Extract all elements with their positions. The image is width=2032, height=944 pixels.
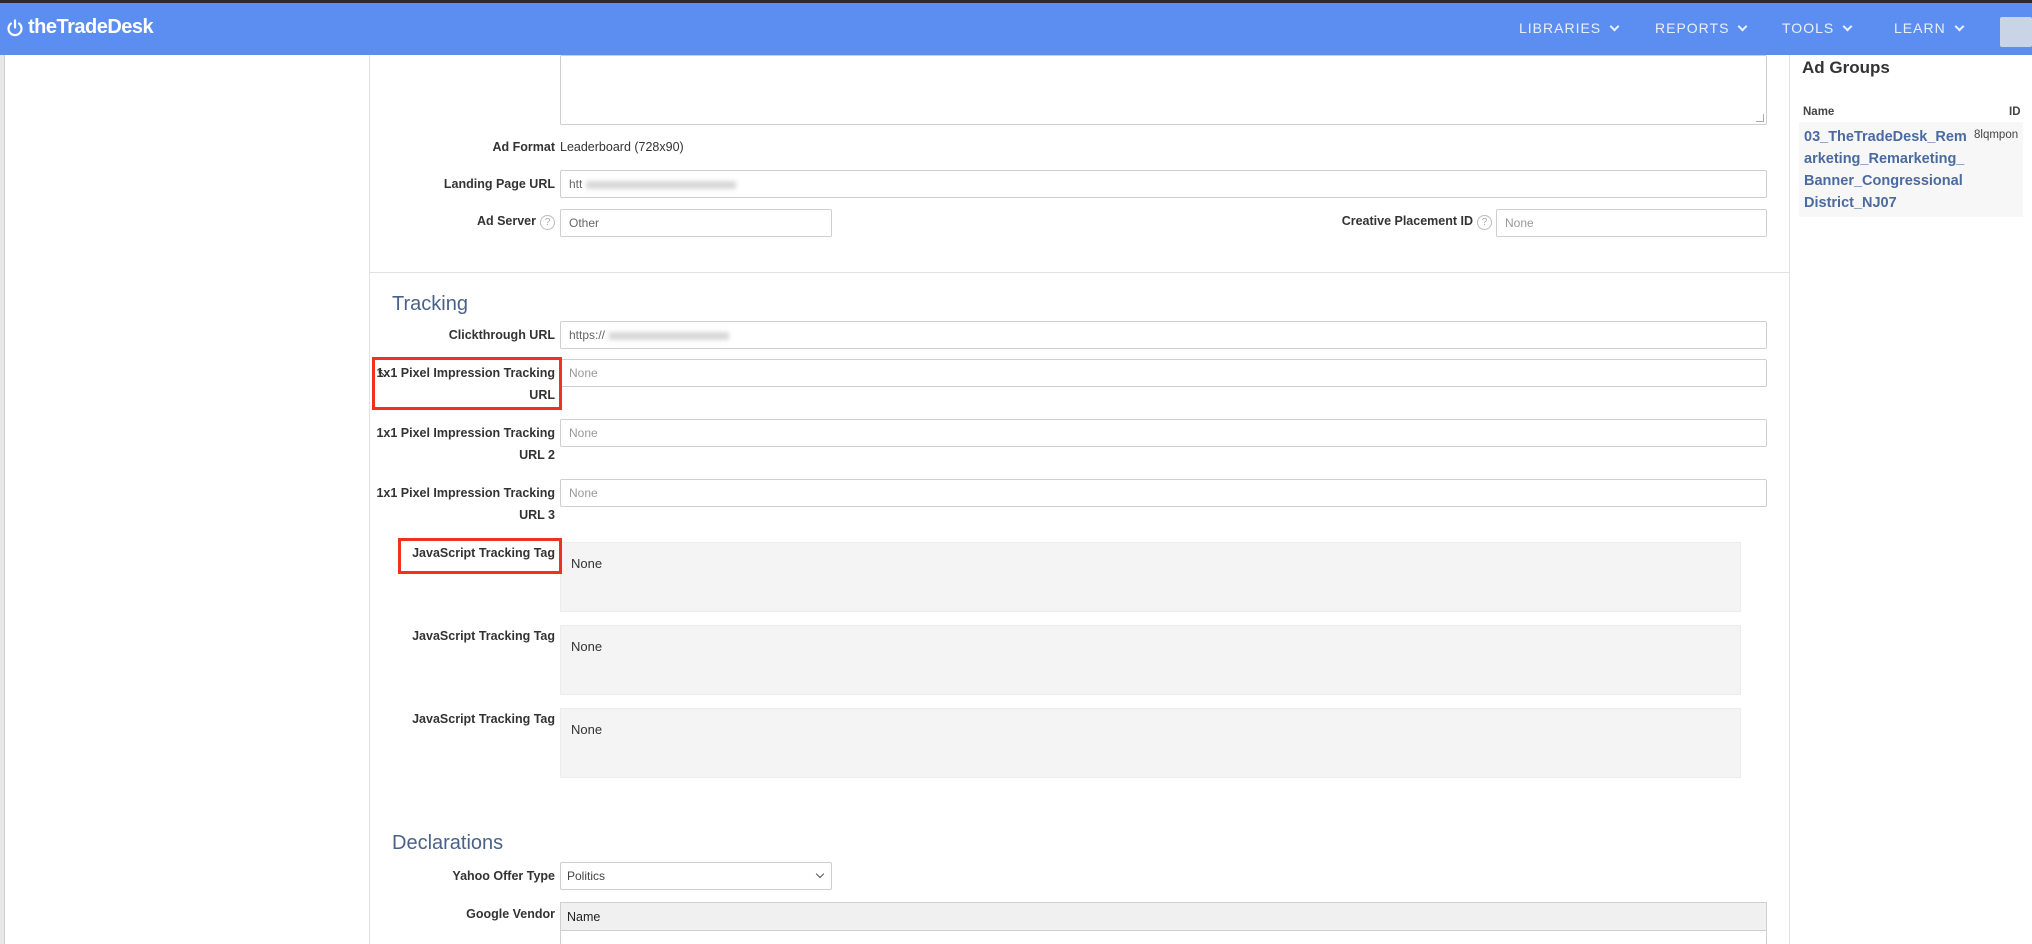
pixel-url-2-label-line2: URL 2: [519, 448, 555, 462]
highlight-box-pixel-url: [372, 357, 562, 410]
yahoo-offer-type-value: Politics: [567, 869, 606, 883]
description-textarea[interactable]: [560, 55, 1767, 125]
nav-learn-label: LEARN: [1894, 20, 1946, 36]
yahoo-offer-type-select[interactable]: Politics: [560, 862, 832, 890]
section-divider: [370, 272, 1789, 273]
vendor-table-header[interactable]: Name: [561, 903, 1766, 931]
chevron-down-icon: [815, 869, 825, 879]
resize-grip-icon[interactable]: [1756, 114, 1764, 122]
nav-reports[interactable]: REPORTS: [1655, 20, 1748, 36]
chevron-down-icon: [1954, 21, 1965, 31]
ad-group-id: 8lqmpon: [1974, 129, 2019, 141]
js-tracking-tag-3-label: JavaScript Tracking Tag: [412, 712, 555, 726]
nav-reports-label: REPORTS: [1655, 20, 1730, 36]
landing-page-url-value: htt: [569, 177, 583, 191]
blurred-text: [586, 180, 737, 189]
pixel-url-3-input[interactable]: None: [560, 479, 1767, 507]
pixel-url-3-label-line2: URL 3: [519, 508, 555, 522]
nav-tools[interactable]: TOOLS: [1782, 20, 1853, 36]
js-tracking-tag-3-box[interactable]: None: [560, 708, 1741, 778]
ad-groups-col-name[interactable]: Name: [1803, 106, 1834, 118]
ad-format-value: Leaderboard (728x90): [560, 140, 684, 154]
top-navigation-bar: theTradeDesk LIBRARIES REPORTS TOOLS LEA…: [0, 3, 2032, 55]
landing-page-url-label: Landing Page URL: [443, 177, 555, 191]
ad-server-label-text: Ad Server: [476, 214, 536, 228]
pixel-url-3-label: 1x1 Pixel Impression Tracking URL 3: [375, 482, 555, 526]
content-right-divider: [1789, 55, 1790, 944]
content-left-divider: [369, 55, 370, 944]
pixel-url-1-input[interactable]: None: [560, 359, 1767, 387]
creative-placement-id-label-text: Creative Placement ID: [1341, 214, 1473, 228]
nav-learn[interactable]: LEARN: [1894, 20, 1965, 36]
ad-server-input[interactable]: Other: [560, 209, 832, 237]
nav-tools-label: TOOLS: [1782, 20, 1835, 36]
help-icon[interactable]: ?: [1477, 215, 1492, 230]
yahoo-offer-type-label: Yahoo Offer Type: [452, 869, 555, 883]
left-sidebar-edge: [0, 55, 5, 944]
js-tracking-tag-1-box[interactable]: None: [560, 542, 1741, 612]
chevron-down-icon: [1737, 21, 1748, 31]
ad-server-label: Ad Server?: [380, 210, 555, 232]
ad-groups-col-id[interactable]: ID: [2009, 106, 2021, 118]
pixel-url-2-label-line1: 1x1 Pixel Impression Tracking: [376, 426, 555, 440]
logo-text: theTradeDesk: [28, 16, 154, 38]
pixel-url-2-label: 1x1 Pixel Impression Tracking URL 2: [375, 422, 555, 466]
google-vendor-label: Google Vendor: [466, 907, 555, 921]
help-icon[interactable]: ?: [540, 215, 555, 230]
landing-page-url-input[interactable]: htt: [560, 170, 1767, 198]
creative-placement-id-input[interactable]: None: [1496, 209, 1767, 237]
chevron-down-icon: [1842, 21, 1853, 31]
ad-group-link[interactable]: 03_TheTradeDesk_Remarketing_Remarketing_…: [1804, 126, 1974, 214]
nav-libraries[interactable]: LIBRARIES: [1519, 20, 1620, 36]
tracking-section-title: Tracking: [392, 293, 468, 315]
creative-placement-id-label: Creative Placement ID?: [1300, 210, 1492, 232]
pixel-url-3-label-line1: 1x1 Pixel Impression Tracking: [376, 486, 555, 500]
ad-format-label: Ad Format: [492, 140, 556, 154]
power-icon: [7, 18, 23, 36]
mouse-cursor-icon: ↖: [377, 366, 388, 380]
declarations-section-title: Declarations: [392, 832, 504, 854]
js-tracking-tag-2-label: JavaScript Tracking Tag: [412, 629, 555, 643]
app-logo[interactable]: theTradeDesk: [6, 16, 154, 39]
pixel-url-2-input[interactable]: None: [560, 419, 1767, 447]
clickthrough-url-value: https://: [569, 328, 606, 342]
clickthrough-url-input[interactable]: https://: [560, 321, 1767, 349]
clickthrough-url-label: Clickthrough URL: [448, 328, 555, 342]
chevron-down-icon: [1609, 21, 1620, 31]
nav-libraries-label: LIBRARIES: [1519, 20, 1602, 36]
avatar[interactable]: [2000, 17, 2032, 47]
highlight-box-js-tag: [398, 538, 562, 574]
ad-groups-title: Ad Groups: [1802, 58, 1890, 77]
js-tracking-tag-2-box[interactable]: None: [560, 625, 1741, 695]
blurred-text: [609, 331, 730, 340]
google-vendor-table[interactable]: Name: [560, 902, 1767, 944]
